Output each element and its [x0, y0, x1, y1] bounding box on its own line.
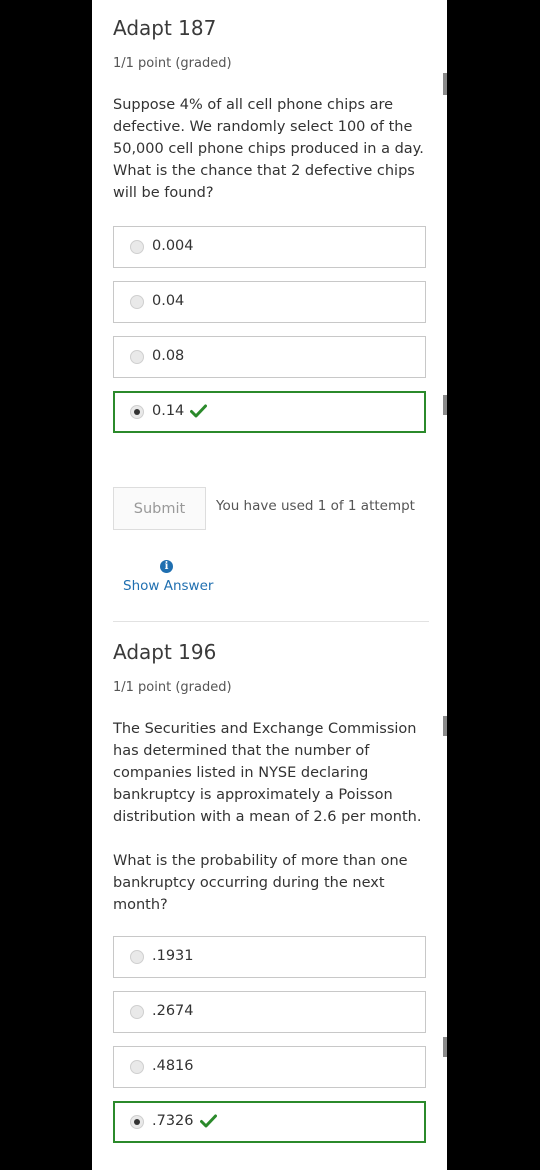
question-points: 1/1 point (graded) — [113, 56, 232, 71]
radio-button[interactable] — [130, 240, 144, 254]
answer-choice[interactable]: 0.08 — [113, 336, 426, 378]
choice-label: .7326 — [152, 1113, 217, 1129]
question-text: What is the probability of more than one… — [113, 853, 408, 913]
answer-choice[interactable]: .2674 — [113, 991, 426, 1033]
divider — [113, 621, 429, 622]
radio-button[interactable] — [130, 1005, 144, 1019]
question-points: 1/1 point (graded) — [113, 680, 232, 695]
scroll-edge-marker — [443, 1037, 447, 1057]
choice-label: 0.08 — [152, 348, 185, 364]
scroll-edge-marker — [443, 73, 447, 95]
radio-button[interactable] — [130, 295, 144, 309]
radio-button-selected[interactable] — [130, 405, 144, 419]
radio-button[interactable] — [130, 950, 144, 964]
scroll-edge-marker — [443, 395, 447, 415]
question-text: Suppose 4% of all cell phone chips are d… — [113, 97, 424, 201]
answer-choice-selected[interactable]: 0.14 — [113, 391, 426, 433]
checkmark-icon — [199, 1114, 217, 1128]
radio-button[interactable] — [130, 1060, 144, 1074]
checkmark-icon — [190, 404, 208, 418]
choice-label: 0.04 — [152, 293, 185, 309]
submit-button[interactable]: Submit — [113, 487, 206, 530]
choice-label: 0.14 — [152, 403, 208, 419]
scroll-edge-marker — [443, 716, 447, 736]
answer-choice[interactable]: .1931 — [113, 936, 426, 978]
show-answer-link[interactable]: Show Answer — [123, 578, 213, 594]
answer-choice[interactable]: .4816 — [113, 1046, 426, 1088]
radio-button-selected[interactable] — [130, 1115, 144, 1129]
question-title: Adapt 196 — [113, 640, 217, 664]
question-title: Adapt 187 — [113, 16, 217, 40]
answer-choice-selected[interactable]: .7326 — [113, 1101, 426, 1143]
question-text: The Securities and Exchange Commission h… — [113, 721, 422, 825]
answer-choice[interactable]: 0.004 — [113, 226, 426, 268]
info-icon: i — [160, 560, 173, 573]
answer-choice[interactable]: 0.04 — [113, 281, 426, 323]
attempts-text: You have used 1 of 1 attempt — [216, 498, 415, 514]
choice-label: 0.004 — [152, 238, 194, 254]
radio-button[interactable] — [130, 350, 144, 364]
choice-label: .1931 — [152, 948, 194, 964]
choice-label: .4816 — [152, 1058, 194, 1074]
choice-label: .2674 — [152, 1003, 194, 1019]
